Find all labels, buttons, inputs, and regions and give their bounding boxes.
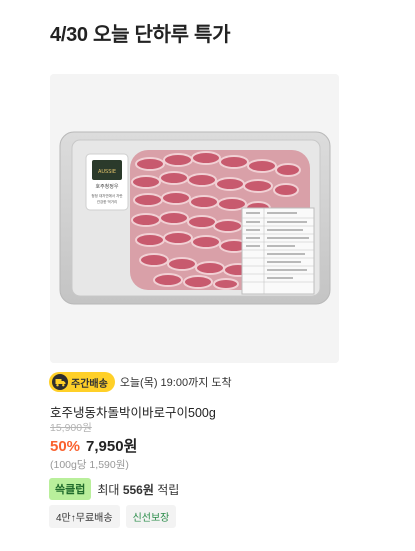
price-row: 50% 7,950원 bbox=[50, 435, 137, 456]
product-photo: AUSSIE 호주청정우 청정 대자연에서 자란 건강한 먹거리 bbox=[50, 74, 339, 363]
truck-icon bbox=[52, 374, 68, 390]
point-amount: 556원 bbox=[122, 482, 154, 497]
free-shipping-tag: 4만↑무료배송 bbox=[49, 505, 120, 528]
package-caption-1: 청정 대자연에서 자란 bbox=[91, 193, 123, 198]
package-brand-text-2: 호주청정우 bbox=[95, 183, 118, 190]
section-title: 4/30 오늘 단하루 특가 bbox=[50, 24, 231, 46]
discount-rate: 50% bbox=[50, 438, 81, 455]
unit-price: (100g당 1,590원) bbox=[50, 459, 129, 471]
delivery-info: 주간배송 오늘(목) 19:00까지 도착 bbox=[49, 372, 232, 392]
delivery-badge: 주간배송 bbox=[49, 372, 115, 392]
point-text: 최대 556원 적립 bbox=[97, 481, 179, 498]
point-suffix: 적립 bbox=[157, 482, 180, 497]
delivery-eta: 오늘(목) 19:00까지 도착 bbox=[119, 377, 232, 389]
point-row: 쓱클럽 최대 556원 적립 bbox=[49, 478, 179, 500]
tag-row: 4만↑무료배송 신선보장 bbox=[49, 505, 177, 528]
package-caption-2: 건강한 먹거리 bbox=[97, 199, 117, 204]
original-price: 15,900원 bbox=[50, 422, 92, 434]
sale-price: 7,950원 bbox=[86, 438, 138, 455]
fresh-guarantee-tag: 신선보장 bbox=[125, 505, 177, 528]
product-name[interactable]: 호주냉동차돌박이바로구이500g bbox=[50, 402, 216, 421]
product-image[interactable]: AUSSIE 호주청정우 청정 대자연에서 자란 건강한 먹거리 bbox=[50, 74, 339, 363]
package-brand-text: AUSSIE bbox=[98, 169, 116, 175]
delivery-badge-label: 주간배송 bbox=[71, 378, 108, 390]
point-prefix: 최대 bbox=[97, 482, 120, 497]
point-badge: 쓱클럽 bbox=[49, 478, 92, 500]
